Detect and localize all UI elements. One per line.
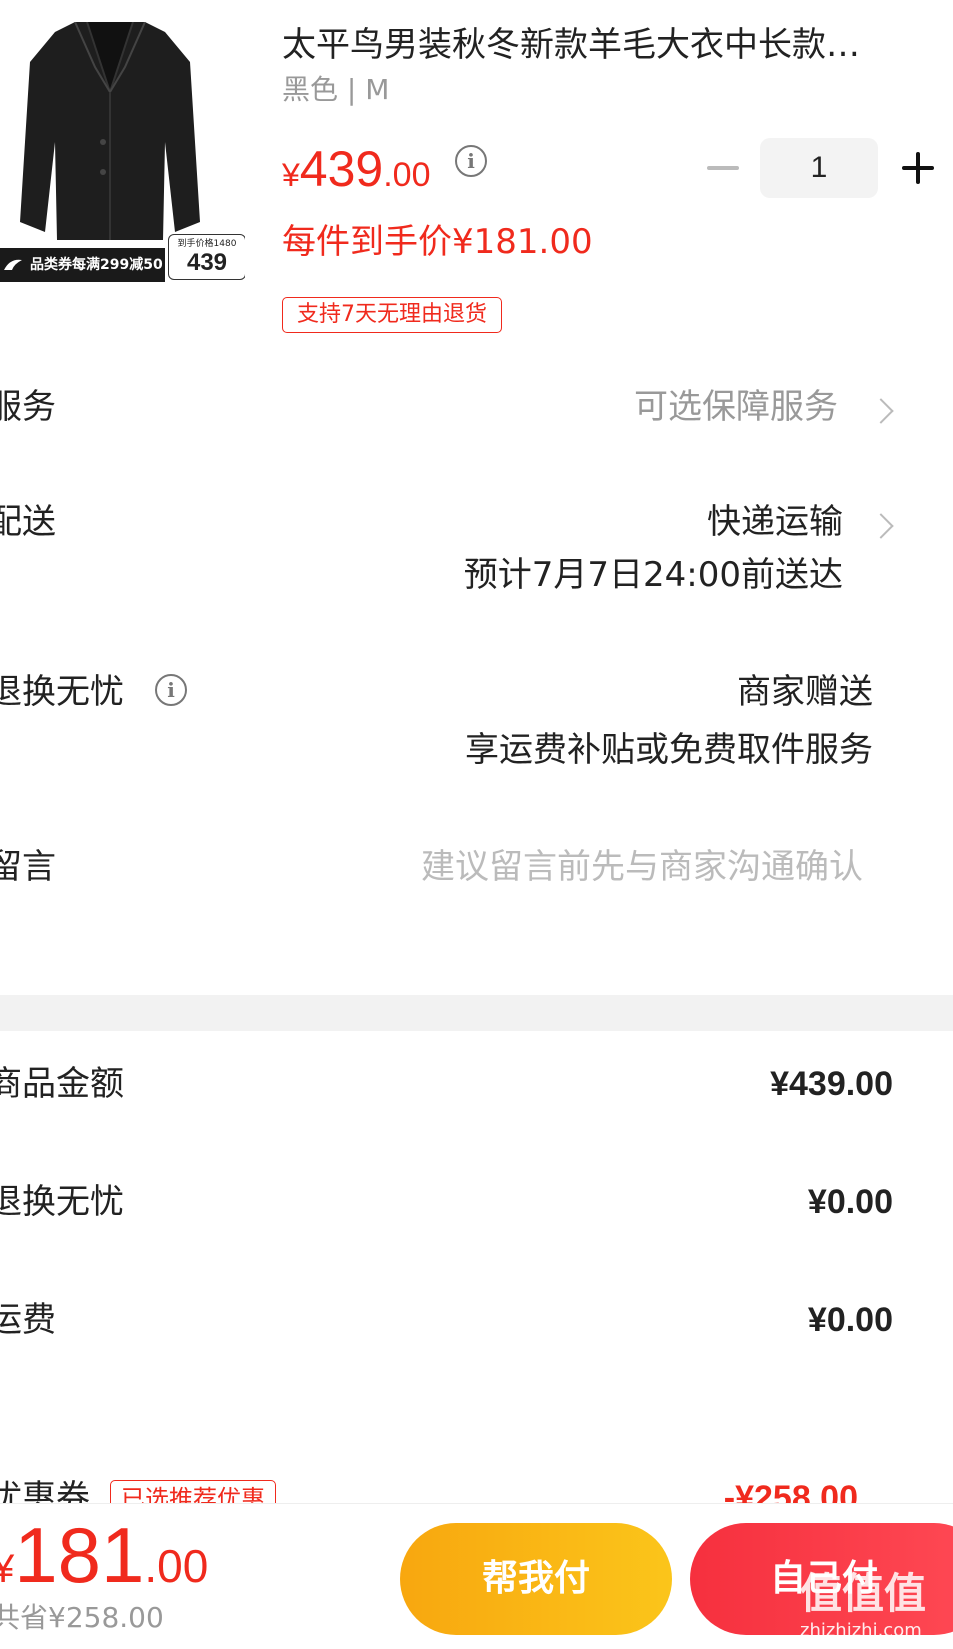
delivery-eta: 预计7月7日24:00前送达 — [463, 555, 843, 595]
quantity-input[interactable]: 1 — [760, 138, 878, 198]
product-title[interactable]: 太平鸟男装秋冬新款羊毛大衣中长款… — [282, 22, 942, 68]
image-promo-text: 品类券每满299减50 — [30, 257, 163, 273]
total-currency: ¥ — [0, 1547, 15, 1591]
returns-fee-value: ¥0.00 — [807, 1183, 893, 1221]
service-chevron-right-icon[interactable] — [868, 398, 894, 424]
returns-fee-label: 退换无忧 — [0, 1182, 124, 1222]
product-variant[interactable]: 黑色 | M — [282, 70, 389, 110]
message-input[interactable]: 建议留言前先与商家沟通确认 — [421, 845, 863, 889]
image-promo-strip: 品类券每满299减50 — [0, 248, 165, 282]
returns-label: 退换无忧 — [0, 672, 124, 712]
total-decimal: .00 — [144, 1540, 209, 1592]
returns-info-icon[interactable]: i — [155, 674, 187, 706]
image-price-tag: 到手价格1480 439 — [168, 234, 245, 280]
section-divider — [0, 995, 953, 1031]
goods-amount-value: ¥439.00 — [770, 1065, 893, 1103]
price-currency: ¥ — [282, 157, 300, 193]
quantity-plus-button[interactable] — [900, 150, 936, 186]
image-tag-price: 439 — [186, 249, 228, 276]
returns-desc: 享运费补贴或免费取件服务 — [465, 730, 873, 770]
price-integer: 439 — [299, 141, 384, 197]
total-integer: 181 — [14, 1511, 145, 1599]
watermark-url: zhizhizhi.com — [800, 1620, 922, 1641]
goods-amount-label: 商品金额 — [0, 1064, 124, 1104]
delivery-label: 配送 — [0, 502, 56, 542]
watermark: 值值值 — [800, 1569, 927, 1618]
saved-amount: 共省¥258.00 — [0, 1601, 164, 1634]
shipping-fee-value: ¥0.00 — [807, 1301, 893, 1339]
service-label: 服务 — [0, 387, 56, 427]
help-pay-button[interactable]: 帮我付 — [400, 1523, 672, 1635]
price-decimal: .00 — [383, 156, 431, 194]
quantity-minus-button[interactable] — [705, 150, 741, 186]
return-policy-badge: 支持7天无理由退货 — [282, 297, 502, 333]
product-price: ¥439.00 — [282, 140, 431, 198]
shipping-fee-label: 运费 — [0, 1300, 56, 1340]
total-price: ¥181.00 — [0, 1510, 208, 1601]
product-image[interactable]: 品类券每满299减50 到手价格1480 439 — [0, 0, 245, 285]
unit-final-price: 每件到手价¥181.00 — [282, 222, 593, 262]
service-value[interactable]: 可选保障服务 — [634, 385, 838, 429]
price-info-icon[interactable]: i — [455, 145, 487, 177]
coat-illustration — [20, 22, 200, 240]
message-label: 留言 — [0, 847, 56, 887]
returns-value: 商家赠送 — [737, 672, 873, 712]
delivery-value[interactable]: 快递运输 — [707, 500, 843, 544]
delivery-chevron-right-icon[interactable] — [868, 513, 894, 539]
brand-logo-icon — [4, 259, 22, 270]
